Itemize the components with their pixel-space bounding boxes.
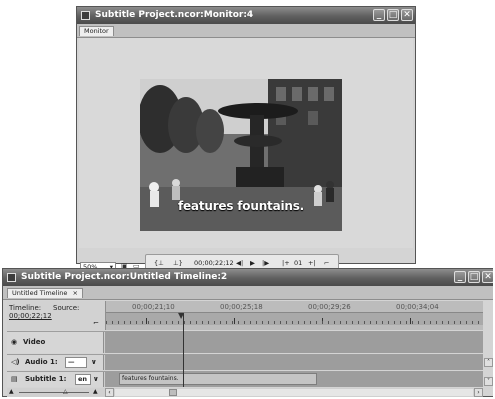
ruler-label-1: 00;00;21;10 (132, 303, 175, 311)
audio-channel-value: — (68, 358, 75, 366)
track-name: Subtitle 1: (25, 375, 67, 383)
timeline-window: Subtitle Project.ncor:Untitled Timeline:… (2, 268, 493, 397)
ruler-label-4: 00;00;34;04 (396, 303, 439, 311)
tab-close-icon[interactable]: × (73, 289, 78, 297)
monitor-tabstrip: Monitor (77, 24, 415, 38)
zoom-out-icon[interactable]: ▲ (9, 388, 14, 395)
timeline-titlebar[interactable]: Subtitle Project.ncor:Untitled Timeline:… (3, 269, 493, 286)
language-select[interactable]: en (75, 374, 91, 385)
track-audio-1: ◁) Audio 1: — ∨ (7, 354, 483, 370)
track-header: ▤ Subtitle 1: en ∨ (7, 372, 104, 387)
minimize-icon[interactable]: _ (373, 9, 385, 21)
scroll-right-icon[interactable]: › (474, 388, 483, 397)
subtitle-caption: features fountains. (177, 199, 305, 213)
timeline-footer: ▲ △ ▲ ‹ › (7, 388, 483, 397)
tab-label: Untitled Timeline (12, 289, 68, 297)
speaker-icon[interactable]: ◁) (11, 358, 20, 366)
close-icon[interactable]: ✕ (401, 9, 413, 21)
subtitle-clip-text: features fountains. (122, 375, 179, 382)
timeline-label: Timeline: (9, 304, 42, 312)
track-header: ◉ Video (7, 332, 104, 353)
source-label: Source: (53, 304, 80, 312)
app-icon (81, 11, 90, 20)
app-icon (7, 273, 16, 282)
track-subtitle-1: ▤ Subtitle 1: en ∨ features fountains. (7, 371, 483, 387)
zoom-slider-handle[interactable]: △ (63, 388, 68, 395)
ruler-label-2: 00;00;25;18 (220, 303, 263, 311)
track-name: Audio 1: (25, 358, 58, 366)
timeline-timecode[interactable]: 00;00;22;12 (9, 312, 52, 320)
horizontal-scrollbar[interactable] (115, 389, 473, 396)
subtitle-clip[interactable]: features fountains. (119, 373, 317, 385)
language-value: en (78, 375, 88, 383)
ruler-band (106, 312, 483, 325)
track-video: ◉ Video (7, 331, 483, 353)
tab-untitled-timeline[interactable]: Untitled Timeline × (7, 288, 83, 298)
zoom-slider[interactable] (19, 392, 89, 393)
track-header: ◁) Audio 1: — ∨ (7, 355, 104, 370)
track-name: Video (23, 338, 46, 346)
scrollbar-thumb[interactable] (169, 389, 177, 396)
eye-icon[interactable]: ◉ (11, 338, 17, 346)
track-content[interactable] (105, 355, 483, 370)
video-preview: features fountains. (140, 79, 342, 231)
chevron-down-icon[interactable]: ∨ (93, 375, 99, 383)
timeline-header: Timeline: Source: 00;00;22;12 ⌐ 00;00;21… (7, 301, 483, 330)
playhead-line (183, 313, 184, 387)
timeline-title: Subtitle Project.ncor:Untitled Timeline:… (21, 272, 228, 282)
tab-monitor[interactable]: Monitor (79, 26, 114, 36)
audio-channel-select[interactable]: — (65, 357, 87, 368)
monitor-titlebar[interactable]: Subtitle Project.ncor:Monitor:4 _ □ ✕ (77, 7, 415, 24)
track-content[interactable] (105, 332, 483, 353)
monitor-title: Subtitle Project.ncor:Monitor:4 (95, 10, 254, 20)
maximize-icon[interactable]: □ (387, 9, 399, 21)
close-icon[interactable]: ✕ (482, 271, 493, 283)
zoom-in-icon[interactable]: ▲ (93, 388, 98, 395)
scroll-down-icon[interactable]: ˅ (484, 377, 493, 386)
timeline-tabstrip: Untitled Timeline × (3, 286, 493, 300)
snap-icon[interactable]: ⌐ (93, 319, 99, 327)
ruler-minor-ticks (106, 321, 483, 324)
chevron-down-icon[interactable]: ∨ (91, 358, 97, 366)
scroll-left-icon[interactable]: ‹ (105, 388, 114, 397)
track-content[interactable]: features fountains. (105, 372, 483, 387)
monitor-panel: features fountains. {⊥ ⊥} 00;00;22;12 ◀|… (79, 38, 413, 273)
scroll-up-icon[interactable]: ˄ (484, 358, 493, 367)
ruler-label-3: 00;00;29;26 (308, 303, 351, 311)
maximize-icon[interactable]: □ (468, 271, 480, 283)
time-ruler[interactable]: 00;00;21;10 00;00;25;18 00;00;29;26 00;0… (105, 301, 483, 330)
monitor-window: Subtitle Project.ncor:Monitor:4 _ □ ✕ Mo… (76, 6, 416, 273)
minimize-icon[interactable]: _ (454, 271, 466, 283)
subtitle-icon[interactable]: ▤ (11, 375, 18, 383)
